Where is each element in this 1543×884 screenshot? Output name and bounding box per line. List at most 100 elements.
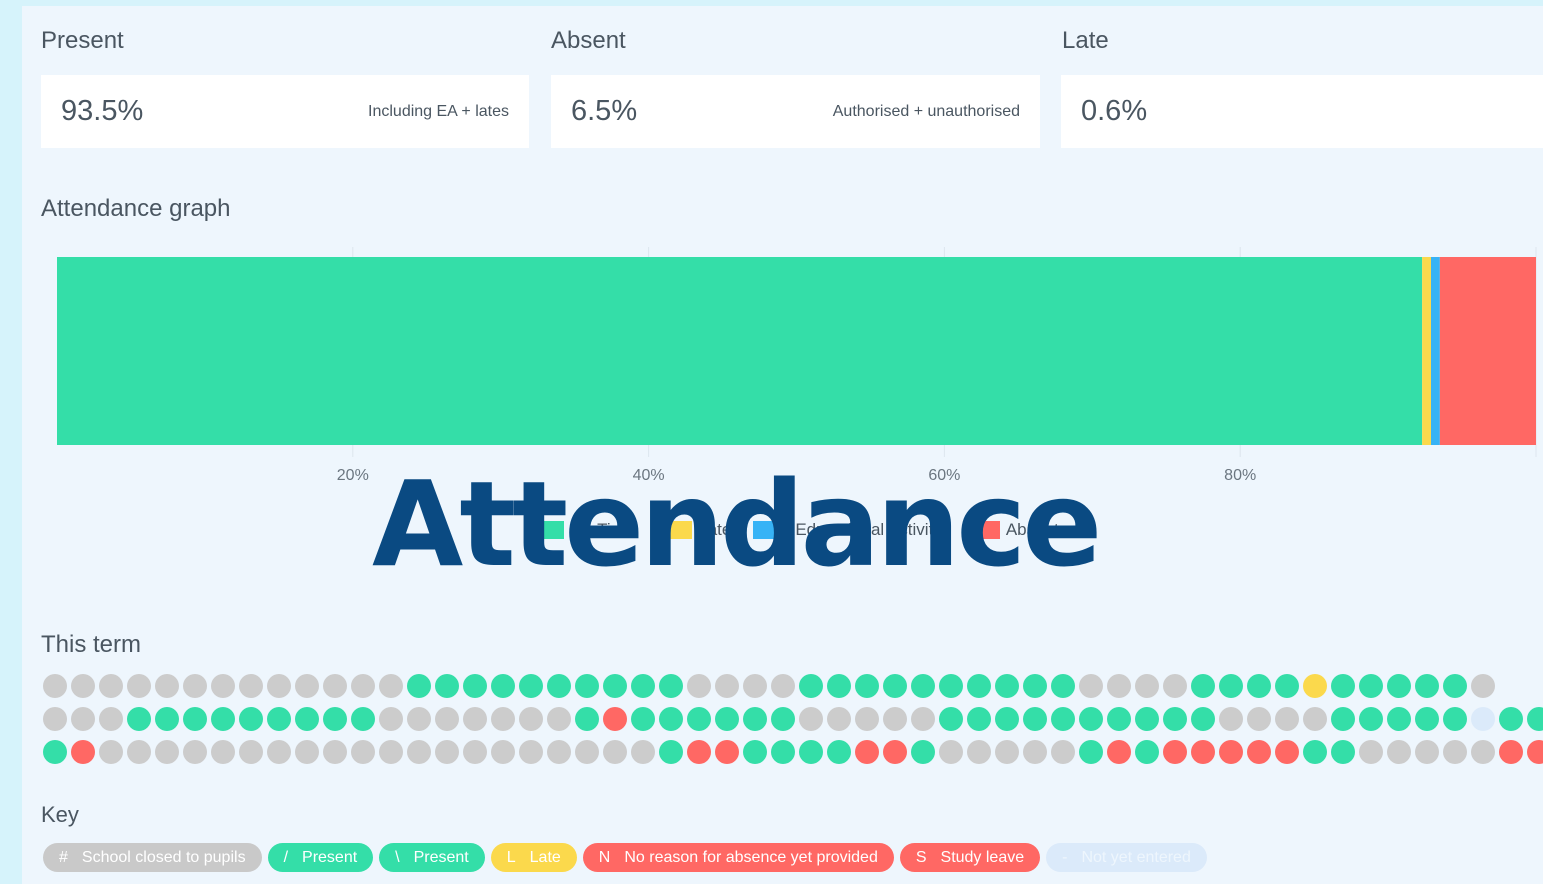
attendance-dot[interactable] xyxy=(1079,707,1103,731)
attendance-dot[interactable] xyxy=(995,740,1019,764)
attendance-dot[interactable] xyxy=(1191,740,1215,764)
attendance-dot[interactable] xyxy=(883,707,907,731)
attendance-dot[interactable] xyxy=(323,674,347,698)
attendance-dot[interactable] xyxy=(883,674,907,698)
attendance-dot[interactable] xyxy=(1191,707,1215,731)
attendance-dot[interactable] xyxy=(631,740,655,764)
attendance-dot[interactable] xyxy=(1051,707,1075,731)
attendance-dot[interactable] xyxy=(351,707,375,731)
attendance-dot[interactable] xyxy=(687,740,711,764)
attendance-dot[interactable] xyxy=(1023,674,1047,698)
attendance-dot[interactable] xyxy=(659,740,683,764)
attendance-dot[interactable] xyxy=(1023,740,1047,764)
attendance-dot[interactable] xyxy=(631,674,655,698)
attendance-dot[interactable] xyxy=(1443,707,1467,731)
attendance-dot[interactable] xyxy=(911,674,935,698)
attendance-dot[interactable] xyxy=(995,674,1019,698)
attendance-dot[interactable] xyxy=(1163,740,1187,764)
attendance-dot[interactable] xyxy=(1023,707,1047,731)
attendance-dot[interactable] xyxy=(407,707,431,731)
attendance-dot[interactable] xyxy=(491,707,515,731)
attendance-dot[interactable] xyxy=(463,707,487,731)
attendance-dot[interactable] xyxy=(155,674,179,698)
attendance-dot[interactable] xyxy=(799,707,823,731)
attendance-dot[interactable] xyxy=(491,674,515,698)
attendance-dot[interactable] xyxy=(1275,674,1299,698)
attendance-dot[interactable] xyxy=(547,707,571,731)
attendance-dot[interactable] xyxy=(547,674,571,698)
attendance-dot[interactable] xyxy=(379,707,403,731)
attendance-dot[interactable] xyxy=(1415,740,1439,764)
attendance-dot[interactable] xyxy=(379,674,403,698)
attendance-dot[interactable] xyxy=(911,740,935,764)
attendance-dot[interactable] xyxy=(127,674,151,698)
attendance-dot[interactable] xyxy=(295,674,319,698)
attendance-dot[interactable] xyxy=(743,740,767,764)
attendance-dot[interactable] xyxy=(407,674,431,698)
attendance-dot[interactable] xyxy=(239,740,263,764)
attendance-dot[interactable] xyxy=(1247,707,1271,731)
attendance-dot[interactable] xyxy=(127,740,151,764)
attendance-dot[interactable] xyxy=(855,674,879,698)
attendance-dot[interactable] xyxy=(267,674,291,698)
attendance-dot[interactable] xyxy=(1527,707,1543,731)
attendance-dot[interactable] xyxy=(1415,707,1439,731)
attendance-dot[interactable] xyxy=(43,674,67,698)
attendance-dot[interactable] xyxy=(967,740,991,764)
attendance-dot[interactable] xyxy=(295,707,319,731)
attendance-dot[interactable] xyxy=(1303,707,1327,731)
attendance-dot[interactable] xyxy=(71,707,95,731)
attendance-dot[interactable] xyxy=(519,707,543,731)
attendance-dot[interactable] xyxy=(1415,674,1439,698)
attendance-dot[interactable] xyxy=(267,707,291,731)
attendance-dot[interactable] xyxy=(1331,740,1355,764)
attendance-dot[interactable] xyxy=(771,674,795,698)
attendance-dot[interactable] xyxy=(1107,674,1131,698)
attendance-dot[interactable] xyxy=(1247,740,1271,764)
attendance-dot[interactable] xyxy=(491,740,515,764)
attendance-dot[interactable] xyxy=(323,707,347,731)
attendance-dot[interactable] xyxy=(1499,707,1523,731)
attendance-dot[interactable] xyxy=(99,740,123,764)
attendance-dot[interactable] xyxy=(715,674,739,698)
attendance-dot[interactable] xyxy=(1135,707,1159,731)
attendance-dot[interactable] xyxy=(1387,740,1411,764)
attendance-dot[interactable] xyxy=(575,707,599,731)
attendance-dot[interactable] xyxy=(1219,674,1243,698)
attendance-dot[interactable] xyxy=(715,740,739,764)
attendance-dot[interactable] xyxy=(71,740,95,764)
attendance-dot[interactable] xyxy=(1135,674,1159,698)
attendance-dot[interactable] xyxy=(827,707,851,731)
attendance-dot[interactable] xyxy=(295,740,319,764)
attendance-dot[interactable] xyxy=(1247,674,1271,698)
attendance-dot[interactable] xyxy=(1359,740,1383,764)
attendance-dot[interactable] xyxy=(351,740,375,764)
attendance-dot[interactable] xyxy=(939,740,963,764)
attendance-dot[interactable] xyxy=(351,674,375,698)
attendance-dot[interactable] xyxy=(1275,740,1299,764)
attendance-dot[interactable] xyxy=(603,707,627,731)
attendance-dot[interactable] xyxy=(435,740,459,764)
attendance-dot[interactable] xyxy=(463,740,487,764)
attendance-dot[interactable] xyxy=(799,740,823,764)
attendance-dot[interactable] xyxy=(1163,707,1187,731)
attendance-dot[interactable] xyxy=(1051,674,1075,698)
attendance-dot[interactable] xyxy=(827,740,851,764)
attendance-dot[interactable] xyxy=(183,740,207,764)
attendance-dot[interactable] xyxy=(1331,674,1355,698)
attendance-dot[interactable] xyxy=(1303,740,1327,764)
attendance-dot[interactable] xyxy=(1359,674,1383,698)
attendance-dot[interactable] xyxy=(1163,674,1187,698)
attendance-dot[interactable] xyxy=(239,707,263,731)
attendance-dot[interactable] xyxy=(99,707,123,731)
attendance-dot[interactable] xyxy=(771,740,795,764)
attendance-dot[interactable] xyxy=(1471,707,1495,731)
attendance-dot[interactable] xyxy=(715,707,739,731)
attendance-dot[interactable] xyxy=(1303,674,1327,698)
attendance-dot[interactable] xyxy=(211,674,235,698)
attendance-dot[interactable] xyxy=(1191,674,1215,698)
attendance-dot[interactable] xyxy=(967,674,991,698)
attendance-dot[interactable] xyxy=(435,674,459,698)
attendance-dot[interactable] xyxy=(463,674,487,698)
attendance-dot[interactable] xyxy=(43,740,67,764)
